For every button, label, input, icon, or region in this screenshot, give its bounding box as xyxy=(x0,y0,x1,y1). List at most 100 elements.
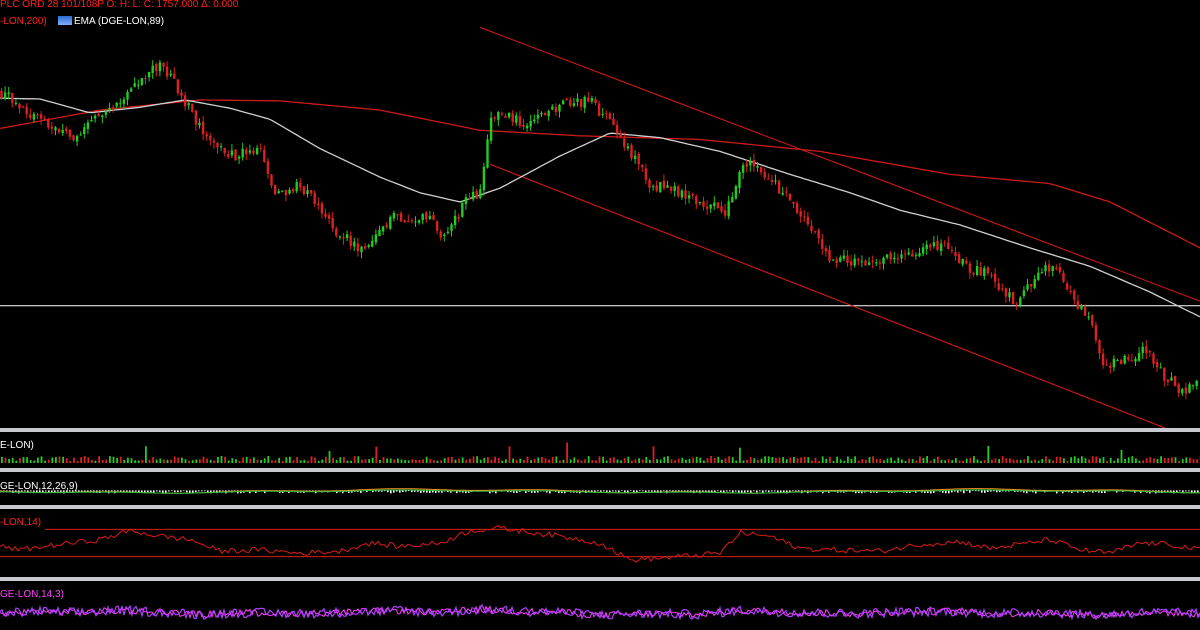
volume-bar xyxy=(195,459,198,463)
volume-bar xyxy=(415,459,417,463)
volume-bar xyxy=(544,458,547,463)
volume-bar xyxy=(461,457,464,463)
macd-histogram-bar xyxy=(648,490,650,492)
volume-bar xyxy=(922,457,925,463)
candle xyxy=(1173,375,1177,387)
candle xyxy=(925,240,928,255)
candle xyxy=(349,231,352,250)
volume-bar xyxy=(307,460,309,463)
volume-bar xyxy=(973,456,975,463)
macd-histogram-bar xyxy=(972,490,974,491)
macd-panel-label: GE-LON,12,26,9) xyxy=(0,481,78,492)
candle xyxy=(860,255,864,268)
volume-bar xyxy=(699,457,702,463)
candle xyxy=(119,98,122,108)
candle xyxy=(565,97,568,101)
candle xyxy=(1130,354,1134,362)
candle xyxy=(1044,261,1047,276)
candle xyxy=(713,196,716,210)
candle xyxy=(853,254,856,268)
macd-histogram-bar xyxy=(162,490,164,493)
volume-bar xyxy=(1127,457,1130,463)
candle xyxy=(443,233,446,242)
volume-bar xyxy=(335,459,338,463)
candle xyxy=(864,259,867,266)
volume-bar xyxy=(1041,459,1044,463)
volume-bar xyxy=(551,456,554,463)
volume-bar xyxy=(1009,458,1011,463)
volume-bar xyxy=(940,459,943,463)
candle xyxy=(1069,285,1072,295)
volume-bar xyxy=(649,459,651,463)
panel-divider-price[interactable] xyxy=(0,428,1200,432)
macd-histogram-bar xyxy=(750,490,752,493)
candle xyxy=(936,235,939,252)
volume-bar xyxy=(667,456,669,463)
macd-histogram-bar xyxy=(405,490,407,492)
volume-bar xyxy=(1124,459,1126,463)
volume-bar xyxy=(260,459,262,463)
macd-histogram-bar xyxy=(978,490,980,492)
candle xyxy=(1080,303,1083,311)
volume-bar xyxy=(1012,459,1015,463)
volume-bar xyxy=(1027,456,1029,463)
stoch-panel-label: GE-LON,14,3) xyxy=(0,589,64,600)
panel-divider-volume[interactable] xyxy=(0,468,1200,472)
volume-bar xyxy=(512,458,514,463)
volume-bar xyxy=(238,460,241,463)
volume-bar xyxy=(494,456,496,463)
volume-bar xyxy=(915,460,918,463)
volume-bar xyxy=(829,456,831,463)
candle xyxy=(583,95,586,113)
candle xyxy=(1123,354,1126,365)
panel-divider-rsi[interactable] xyxy=(0,577,1200,581)
candle xyxy=(950,246,954,254)
volume-bar xyxy=(911,459,914,463)
macd-histogram-bar xyxy=(399,490,401,493)
macd-histogram-bar xyxy=(597,490,599,492)
volume-bar xyxy=(1138,460,1141,463)
macd-histogram-bar xyxy=(669,490,671,492)
macd-histogram-bar xyxy=(792,490,794,492)
candle xyxy=(29,108,32,121)
volume-bar xyxy=(80,457,82,463)
volume-bar xyxy=(202,456,205,463)
candle xyxy=(1109,362,1112,374)
volume-bar xyxy=(411,459,414,463)
volume-bar xyxy=(944,460,946,463)
candle xyxy=(1145,340,1148,359)
candle xyxy=(273,184,277,196)
volume-bar xyxy=(328,451,331,463)
volume-bar xyxy=(425,456,428,463)
candle xyxy=(921,243,925,257)
volume-bar xyxy=(929,460,932,463)
candle xyxy=(993,267,997,288)
candle xyxy=(986,265,990,276)
macd-histogram-bar xyxy=(651,490,653,492)
candle xyxy=(90,115,93,122)
macd-histogram-bar xyxy=(414,490,416,492)
candle xyxy=(482,162,486,196)
sma-200-line xyxy=(0,99,1200,249)
volume-bar xyxy=(55,457,57,463)
candle xyxy=(407,214,410,223)
ema-chart-icon xyxy=(58,16,72,25)
volume-bar xyxy=(789,457,792,463)
candle xyxy=(842,249,846,262)
candle xyxy=(579,98,583,111)
volume-bar xyxy=(598,456,601,463)
volume-bar xyxy=(753,458,756,463)
volume-bar xyxy=(1030,460,1033,463)
candle xyxy=(702,196,705,211)
macd-histogram-bar xyxy=(1188,490,1190,492)
candle xyxy=(965,257,968,265)
volume-bar xyxy=(487,457,489,463)
macd-histogram-bar xyxy=(390,490,392,494)
candle xyxy=(68,129,72,141)
panel-divider-macd[interactable] xyxy=(0,505,1200,509)
volume-bar xyxy=(1167,458,1170,463)
candle xyxy=(299,177,302,192)
volume-bar xyxy=(811,460,813,463)
volume-bar xyxy=(271,460,273,463)
volume-bar xyxy=(515,459,518,463)
